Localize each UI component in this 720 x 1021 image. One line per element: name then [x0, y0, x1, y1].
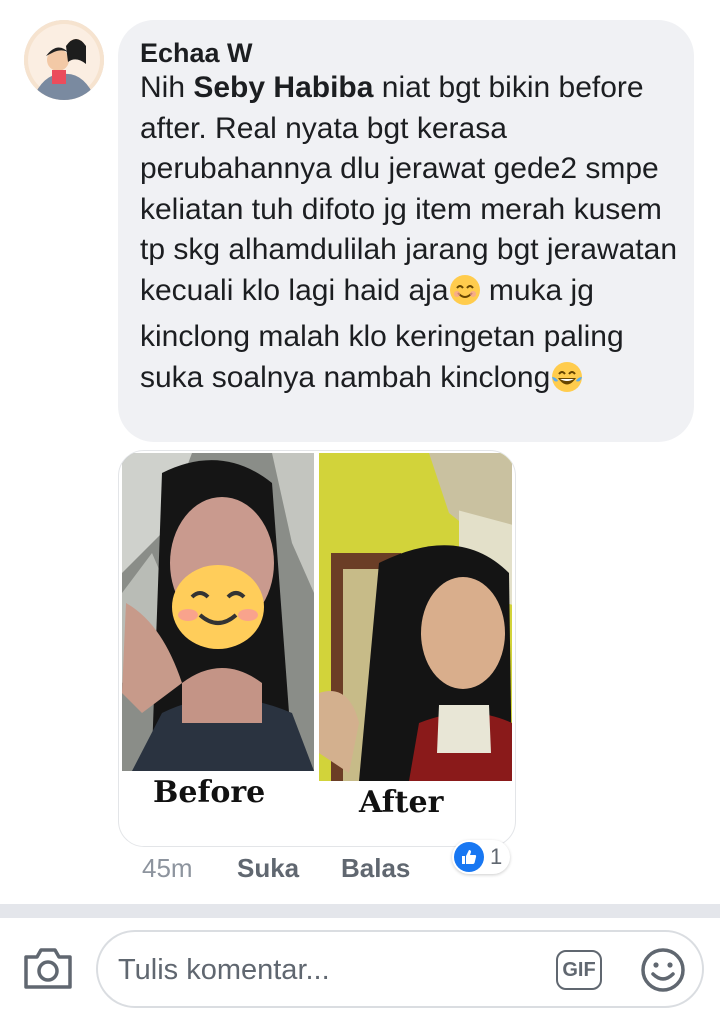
reactions-badge[interactable]: 1 — [452, 840, 511, 874]
before-photo — [122, 453, 314, 771]
comment-author[interactable]: Echaa W — [140, 38, 253, 69]
reply-button[interactable]: Balas — [341, 853, 410, 884]
comment-text-body-1: niat bgt bikin before after. Real nyata … — [140, 71, 677, 307]
tears-of-joy-emoji-icon — [550, 361, 584, 405]
emoji-picker-icon[interactable] — [639, 946, 687, 994]
camera-icon[interactable] — [22, 945, 74, 991]
gif-button[interactable]: GIF — [556, 950, 602, 990]
thumbs-up-icon — [454, 842, 484, 872]
comment-input-placeholder: Tulis komentar... — [118, 954, 330, 986]
like-button[interactable]: Suka — [237, 853, 299, 884]
comment-text-intro: Nih — [140, 71, 194, 104]
mention-link[interactable]: Seby Habiba — [193, 71, 373, 104]
avatar[interactable] — [24, 20, 104, 100]
smiling-face-emoji-icon — [449, 274, 481, 318]
avatar-image — [24, 20, 104, 100]
comment-timestamp: 45m — [142, 853, 193, 883]
before-caption: Before — [153, 775, 266, 810]
reaction-count: 1 — [490, 844, 503, 869]
comment-input[interactable]: Tulis komentar... GIF — [96, 930, 704, 1008]
photo-attachment[interactable]: Before After — [118, 450, 516, 847]
blush-smile-emoji-icon — [172, 565, 264, 649]
comment-text: Nih Seby Habiba niat bgt bikin before af… — [140, 68, 685, 404]
section-divider — [0, 904, 720, 918]
after-photo — [319, 453, 512, 781]
after-caption: After — [359, 785, 444, 820]
